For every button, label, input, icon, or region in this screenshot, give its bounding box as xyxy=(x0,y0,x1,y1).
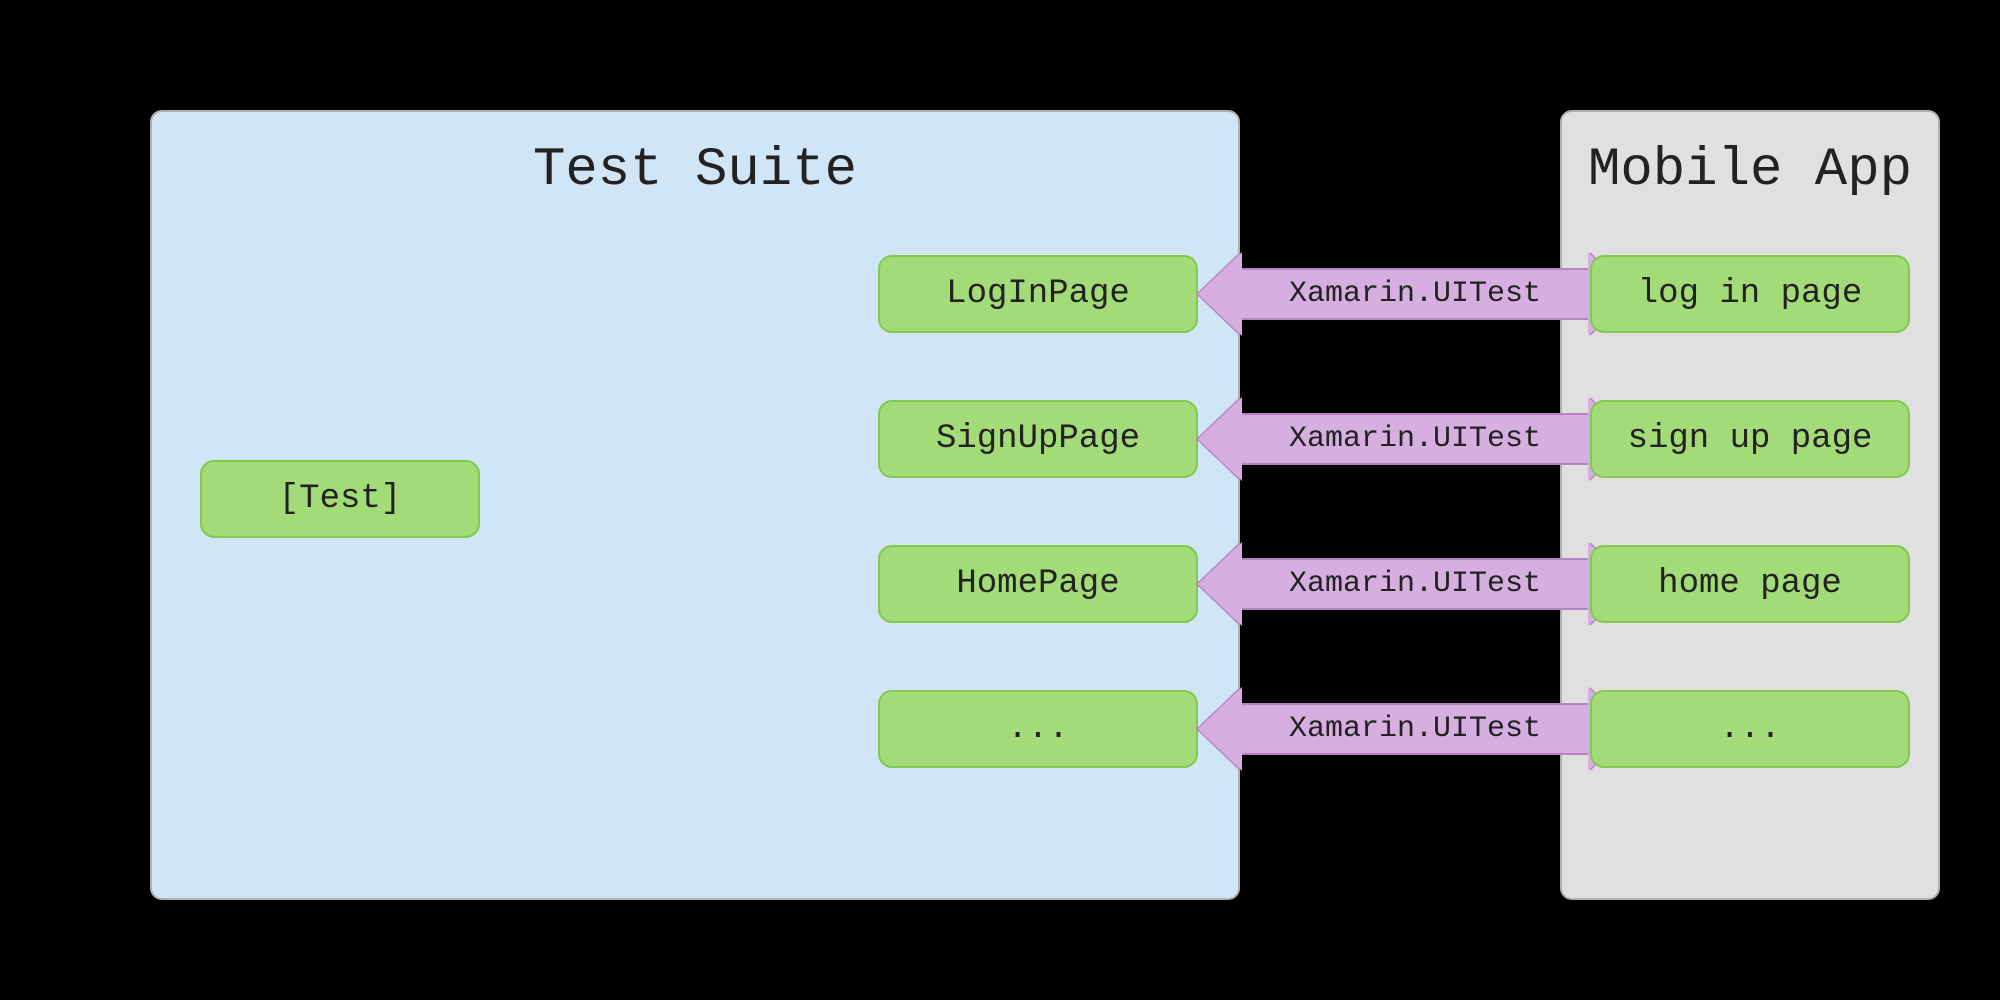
connector-arrow: Xamarin.UITest xyxy=(1240,268,1590,320)
mobile-app-title: Mobile App xyxy=(1562,112,1938,201)
app-page-home: home page xyxy=(1590,545,1910,623)
connector-arrow: Xamarin.UITest xyxy=(1240,703,1590,755)
app-page-more: ... xyxy=(1590,690,1910,768)
app-page-login: log in page xyxy=(1590,255,1910,333)
mobile-app-panel: Mobile App xyxy=(1560,110,1940,900)
page-node-login: LogInPage xyxy=(878,255,1198,333)
test-root-node: [Test] xyxy=(200,460,480,538)
connector-arrow: Xamarin.UITest xyxy=(1240,413,1590,465)
page-node-more: ... xyxy=(878,690,1198,768)
test-suite-title: Test Suite xyxy=(152,112,1238,201)
page-node-home: HomePage xyxy=(878,545,1198,623)
page-node-signup: SignUpPage xyxy=(878,400,1198,478)
app-page-signup: sign up page xyxy=(1590,400,1910,478)
connector-arrow: Xamarin.UITest xyxy=(1240,558,1590,610)
